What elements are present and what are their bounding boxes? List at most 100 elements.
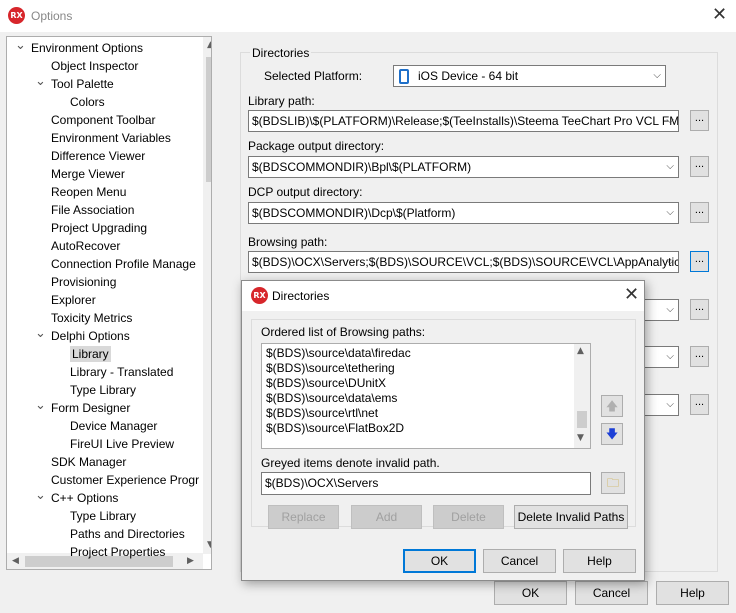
list-item[interactable]: $(BDS)\source\FlatBox2D (266, 421, 404, 436)
tree-item[interactable]: Component Toolbar (51, 111, 156, 129)
arrow-down-icon: 🡇 (605, 427, 619, 441)
tree-item-label: Component Toolbar (51, 113, 156, 127)
directories-dialog: RX Directories ✕ Ordered list of Browsin… (241, 280, 645, 581)
tree-item-label: FireUI Live Preview (70, 437, 175, 451)
tree-item[interactable]: Project Properties (70, 543, 165, 561)
scroll-down-icon[interactable]: ▼ (207, 540, 211, 550)
browse-folder-button[interactable]: 🗀 (601, 472, 625, 494)
window-close-icon[interactable]: ✕ (712, 6, 727, 24)
platform-select[interactable]: iOS Device - 64 bit ⌵ (393, 65, 666, 87)
hidden-combo-1[interactable]: ⌵ (640, 299, 679, 321)
tree-item[interactable]: Reopen Menu (51, 183, 126, 201)
title-bar: RX Options ✕ (0, 0, 736, 32)
scroll-down-icon[interactable]: ▼ (577, 433, 584, 443)
tree-item[interactable]: Difference Viewer (51, 147, 145, 165)
scroll-up-icon[interactable]: ▲ (207, 40, 211, 50)
list-vertical-scrollbar[interactable]: ▲ ▼ (574, 344, 590, 448)
chevron-down-icon[interactable]: ⌄ (15, 37, 26, 53)
chevron-down-icon[interactable]: ⌄ (35, 325, 46, 341)
tree-item[interactable]: Provisioning (51, 273, 116, 291)
scroll-up-icon[interactable]: ▲ (577, 346, 584, 356)
hidden-combo-2[interactable]: ⌵ (640, 346, 679, 368)
tree-item-label: Colors (70, 95, 105, 109)
chevron-down-icon: ⌵ (666, 115, 674, 126)
dialog-help-button[interactable]: Help (563, 549, 636, 573)
tree-item[interactable]: FireUI Live Preview (70, 435, 174, 453)
tree-item[interactable]: Tool Palette (51, 75, 114, 93)
dcp-output-browse-button[interactable]: ... (690, 202, 709, 223)
hidden-combo-3[interactable]: ⌵ (640, 394, 679, 416)
options-cancel-button[interactable]: Cancel (575, 581, 648, 605)
tree-item[interactable]: Object Inspector (51, 57, 138, 75)
tree-vertical-scrollbar[interactable]: ▲ ▼ (203, 37, 211, 554)
chevron-down-icon[interactable]: ⌄ (35, 73, 46, 89)
tree-item-label: Explorer (51, 293, 96, 307)
options-help-button[interactable]: Help (656, 581, 729, 605)
tree-item[interactable]: Toxicity Metrics (51, 309, 132, 327)
browsing-path-combo[interactable]: $(BDS)\OCX\Servers;$(BDS)\SOURCE\VCL;$(B… (248, 251, 679, 273)
tree-item-label: Connection Profile Manage (51, 257, 196, 271)
tree-item[interactable]: Paths and Directories (70, 525, 185, 543)
tree-item-label: Customer Experience Progr (51, 473, 200, 487)
tree-item[interactable]: Merge Viewer (51, 165, 125, 183)
chevron-down-icon[interactable]: ⌄ (35, 487, 46, 503)
delete-invalid-paths-button[interactable]: Delete Invalid Paths (514, 505, 628, 529)
package-output-combo[interactable]: $(BDSCOMMONDIR)\Bpl\$(PLATFORM) ⌵ (248, 156, 679, 178)
dialog-close-icon[interactable]: ✕ (624, 286, 639, 304)
tree-item[interactable]: Explorer (51, 291, 96, 309)
move-down-button[interactable]: 🡇 (601, 423, 623, 445)
list-item[interactable]: $(BDS)\source\tethering (266, 361, 395, 376)
chevron-down-icon[interactable]: ⌄ (35, 397, 46, 413)
scroll-right-icon[interactable]: ▶ (187, 556, 194, 566)
add-button[interactable]: Add (351, 505, 422, 529)
tree-item[interactable]: Form Designer (51, 399, 130, 417)
tree-item[interactable]: AutoRecover (51, 237, 120, 255)
tree-item-label: Difference Viewer (51, 149, 146, 163)
tree-item[interactable]: Colors (70, 93, 105, 111)
tree-item[interactable]: Delphi Options (51, 327, 130, 345)
replace-button[interactable]: Replace (268, 505, 339, 529)
tree-item[interactable]: File Association (51, 201, 134, 219)
delete-button[interactable]: Delete (433, 505, 504, 529)
dcp-output-combo[interactable]: $(BDSCOMMONDIR)\Dcp\$(Platform) ⌵ (248, 202, 679, 224)
tree-item[interactable]: Type Library (70, 381, 136, 399)
tree-item[interactable]: Customer Experience Progr (51, 471, 199, 489)
scroll-thumb[interactable] (206, 57, 211, 182)
browsing-path-browse-button[interactable]: ... (690, 251, 709, 272)
path-input[interactable]: $(BDS)\OCX\Servers (261, 472, 591, 495)
dialog-cancel-button[interactable]: Cancel (483, 549, 556, 573)
move-up-button[interactable]: 🡅 (601, 395, 623, 417)
options-ok-button[interactable]: OK (494, 581, 567, 605)
greyed-note: Greyed items denote invalid path. (261, 456, 440, 470)
tree-item[interactable]: Library (70, 345, 111, 363)
dialog-ok-button[interactable]: OK (403, 549, 476, 573)
tree-item[interactable]: Environment Options (31, 39, 143, 57)
browsing-path-list[interactable]: ▲ ▼ $(BDS)\source\data\firedac $(BDS)\sou… (261, 343, 591, 449)
tree-item-label: Paths and Directories (70, 527, 185, 541)
tree-item[interactable]: Library - Translated (70, 363, 173, 381)
tree-item[interactable]: Type Library (70, 507, 136, 525)
scroll-left-icon[interactable]: ◀ (12, 556, 19, 566)
tree-item-label: Device Manager (70, 419, 158, 433)
tree-item-label: Delphi Options (51, 329, 130, 343)
tree-item-label: Type Library (70, 383, 137, 397)
hidden-browse-button-1[interactable]: ... (690, 299, 709, 320)
hidden-browse-button-3[interactable]: ... (690, 394, 709, 415)
hidden-browse-button-2[interactable]: ... (690, 346, 709, 367)
tree-item[interactable]: Environment Variables (51, 129, 171, 147)
library-path-browse-button[interactable]: ... (690, 110, 709, 131)
scroll-thumb[interactable] (577, 411, 587, 428)
list-item[interactable]: $(BDS)\source\data\ems (266, 391, 397, 406)
tree-item[interactable]: C++ Options (51, 489, 118, 507)
list-item[interactable]: $(BDS)\source\rtl\net (266, 406, 378, 421)
library-path-combo[interactable]: $(BDSLIB)\$(PLATFORM)\Release;$(TeeInsta… (248, 110, 679, 132)
list-item[interactable]: $(BDS)\source\data\firedac (266, 346, 411, 361)
tree-item[interactable]: Connection Profile Manage (51, 255, 196, 273)
tree-item[interactable]: Device Manager (70, 417, 157, 435)
package-output-browse-button[interactable]: ... (690, 156, 709, 177)
list-item[interactable]: $(BDS)\source\DUnitX (266, 376, 386, 391)
tree-item[interactable]: Project Upgrading (51, 219, 147, 237)
dialog-logo: RX (251, 287, 268, 304)
options-tree[interactable]: ▲ ▼ ◀ ▶ Environment Options ⌄ Object Inspe… (6, 36, 212, 570)
tree-item[interactable]: SDK Manager (51, 453, 126, 471)
